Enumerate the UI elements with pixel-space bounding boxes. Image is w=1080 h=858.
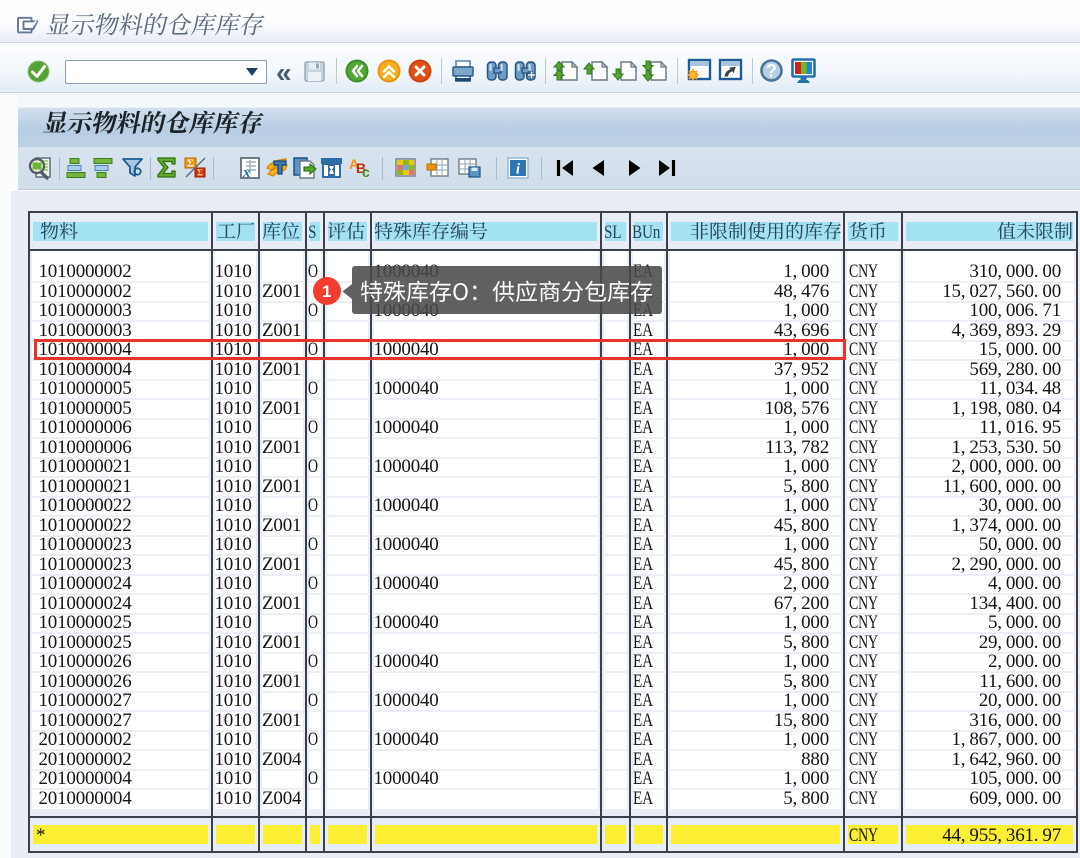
svg-text:Σ: Σ <box>187 158 194 170</box>
svg-text:Σ: Σ <box>197 168 203 178</box>
svg-text:x: x <box>242 165 251 181</box>
svg-text:?: ? <box>766 61 777 81</box>
svg-text:c: c <box>362 164 370 180</box>
